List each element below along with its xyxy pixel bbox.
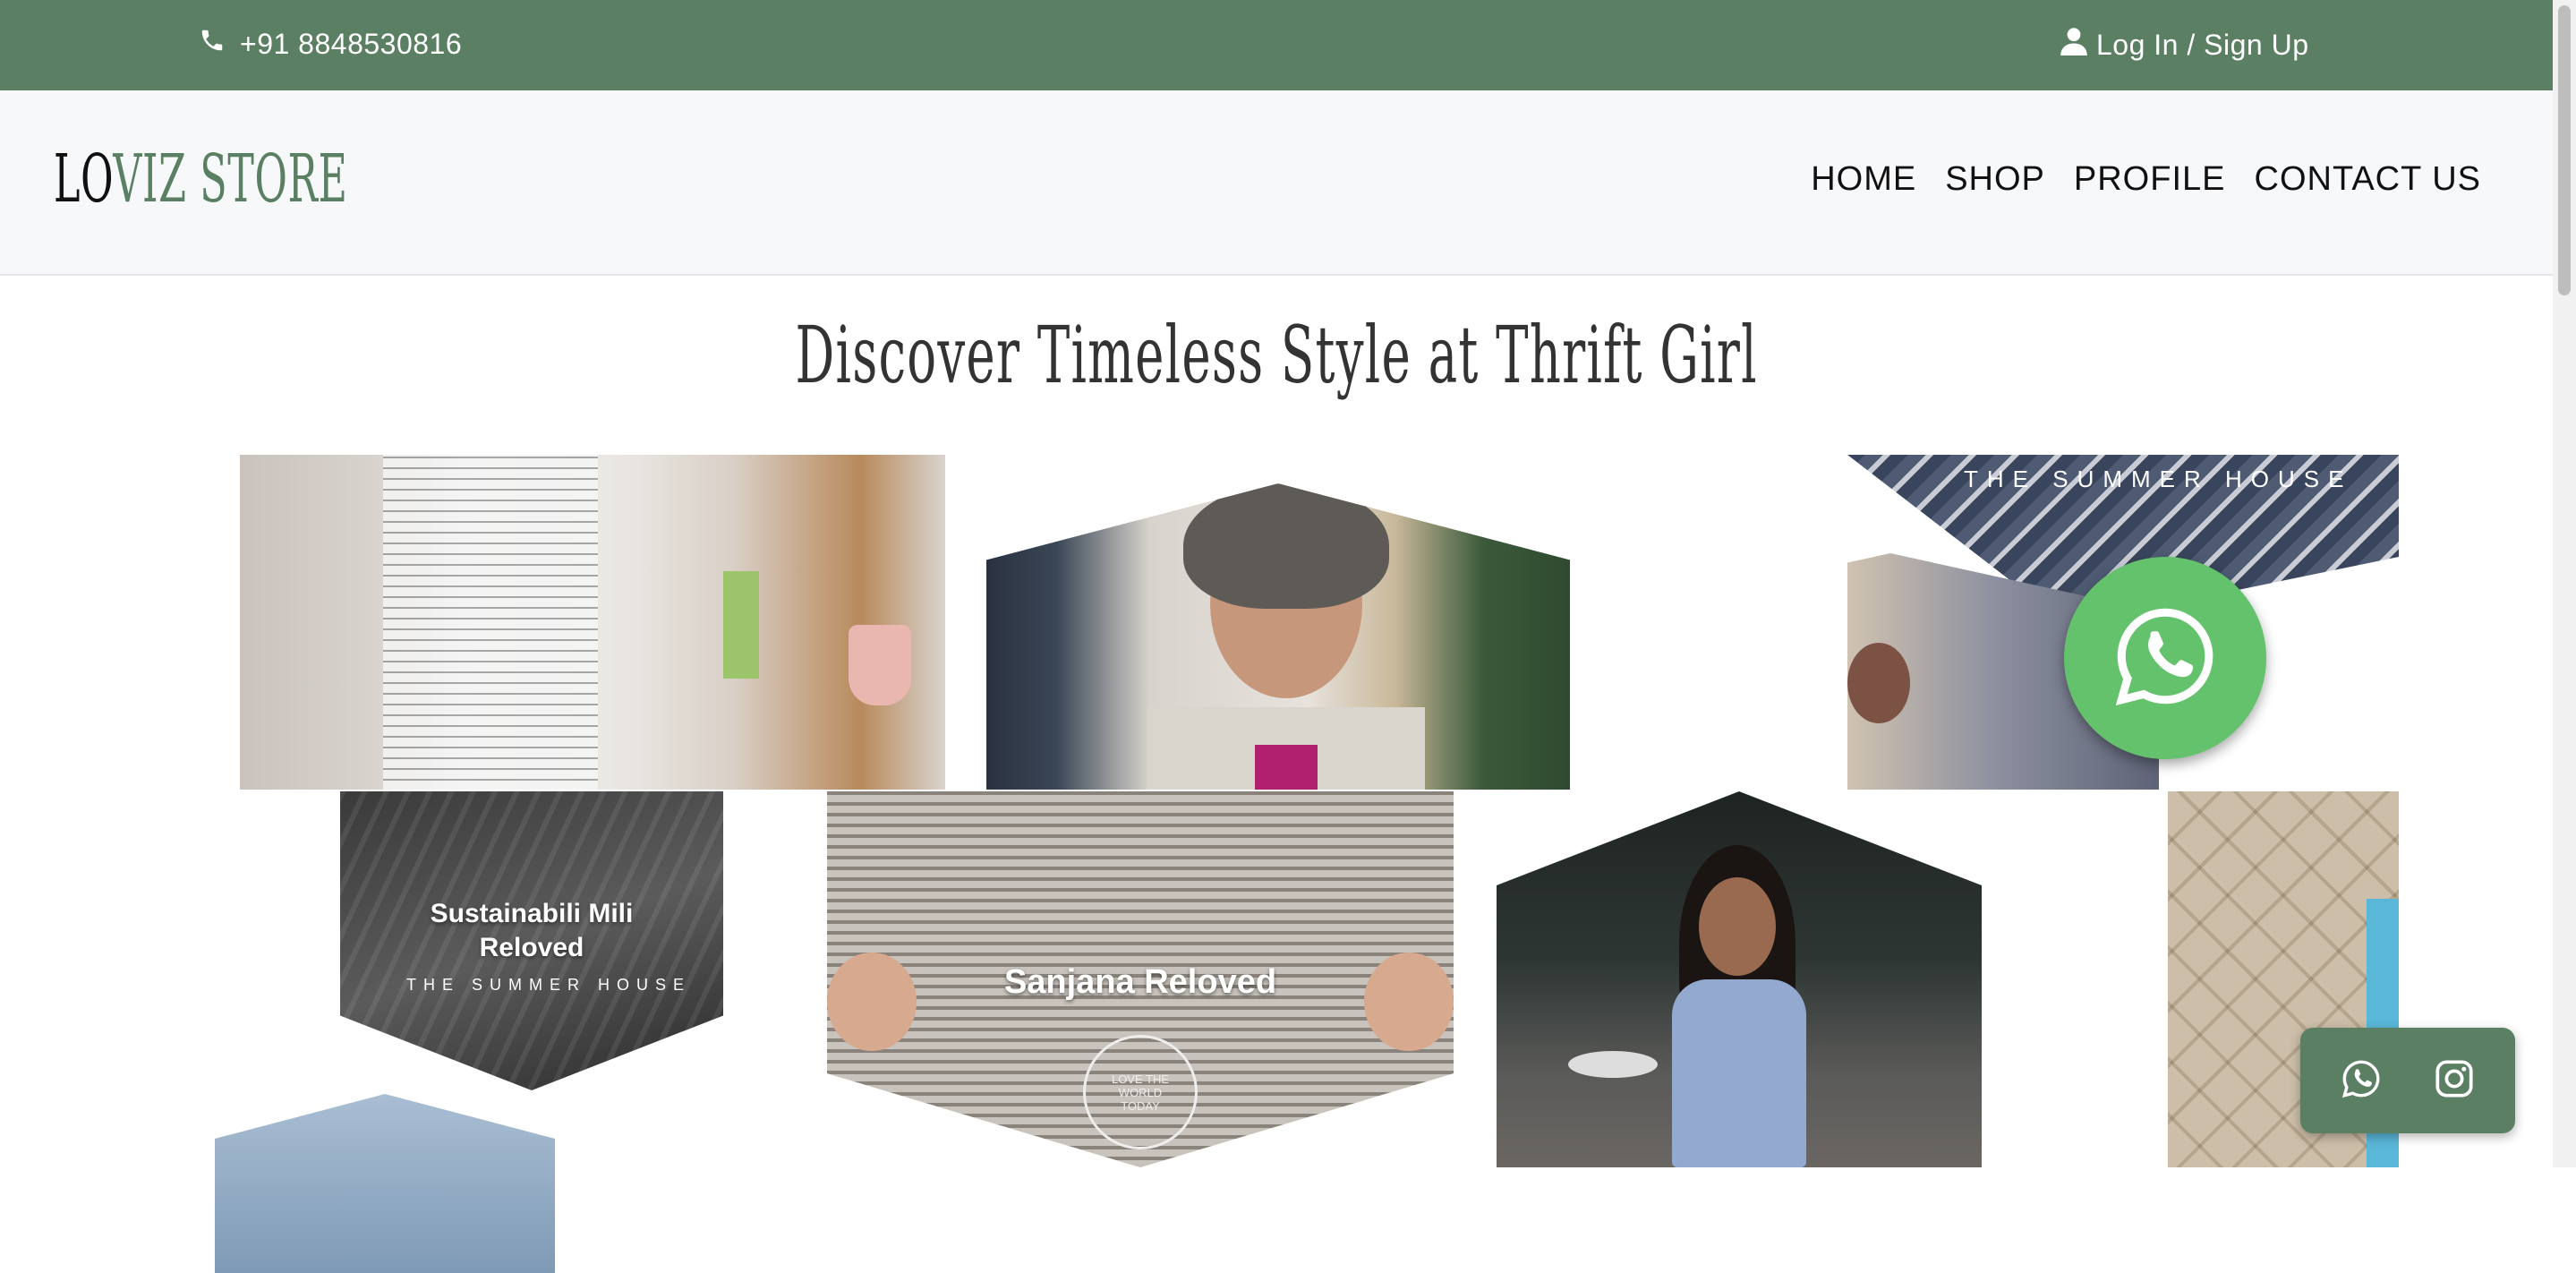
hero-title: Discover Timeless Style at Thrift Girl bbox=[795, 309, 1758, 401]
whatsapp-icon bbox=[2111, 602, 2219, 714]
store-tile-sky[interactable] bbox=[215, 1094, 555, 1273]
page-scrollbar[interactable] bbox=[2553, 0, 2576, 1167]
sanjana-caption: Sanjana Reloved bbox=[1003, 963, 1277, 1001]
user-icon bbox=[2060, 27, 2087, 63]
nav-contact-us[interactable]: CONTACT US bbox=[2255, 160, 2482, 199]
love-world-badge: LOVE THE WORLD TODAY bbox=[1083, 1035, 1198, 1149]
nav-home[interactable]: HOME bbox=[1811, 160, 1916, 199]
whatsapp-icon[interactable] bbox=[2341, 1058, 2382, 1104]
login-signup-link[interactable]: Log In / Sign Up bbox=[2060, 27, 2308, 63]
nav-profile[interactable]: PROFILE bbox=[2074, 160, 2226, 199]
store-logo[interactable]: LOVIZ STORE bbox=[54, 141, 348, 218]
nav-menu: HOME SHOP PROFILE CONTACT US bbox=[1811, 160, 2481, 199]
store-tile-woman-glasses[interactable] bbox=[986, 483, 1570, 790]
store-tile-mili[interactable]: Sustainabili Mili Reloved THE SUMMER HOU… bbox=[340, 791, 723, 1090]
social-links-box bbox=[2300, 1028, 2515, 1133]
mili-brand-mark: THE SUMMER HOUSE bbox=[406, 976, 692, 994]
nav-shop[interactable]: SHOP bbox=[1945, 160, 2045, 199]
store-tile-dress[interactable] bbox=[240, 455, 945, 790]
summer-house-mark: THE SUMMER HOUSE bbox=[1964, 466, 2353, 492]
phone-contact[interactable]: +91 8848530816 bbox=[199, 27, 462, 61]
instagram-icon[interactable] bbox=[2434, 1058, 2475, 1104]
login-label: Log In / Sign Up bbox=[2096, 28, 2309, 61]
store-tile-girl-blue-dress[interactable] bbox=[1497, 791, 1982, 1167]
store-tile-sanjana[interactable]: Sanjana Reloved LOVE THE WORLD TODAY bbox=[827, 791, 1454, 1167]
logo-part-2: VIZ STORE bbox=[113, 141, 348, 218]
mili-caption: Sustainabili Mili Reloved bbox=[430, 899, 634, 962]
main-navbar: LOVIZ STORE HOME SHOP PROFILE CONTACT US bbox=[0, 90, 2553, 276]
top-bar: +91 8848530816 Log In / Sign Up bbox=[0, 0, 2553, 90]
scrollbar-thumb[interactable] bbox=[2558, 5, 2571, 295]
whatsapp-floating-button[interactable] bbox=[2064, 557, 2266, 759]
phone-number: +91 8848530816 bbox=[240, 27, 463, 60]
logo-part-1: LO bbox=[54, 141, 114, 218]
phone-icon bbox=[199, 27, 226, 61]
